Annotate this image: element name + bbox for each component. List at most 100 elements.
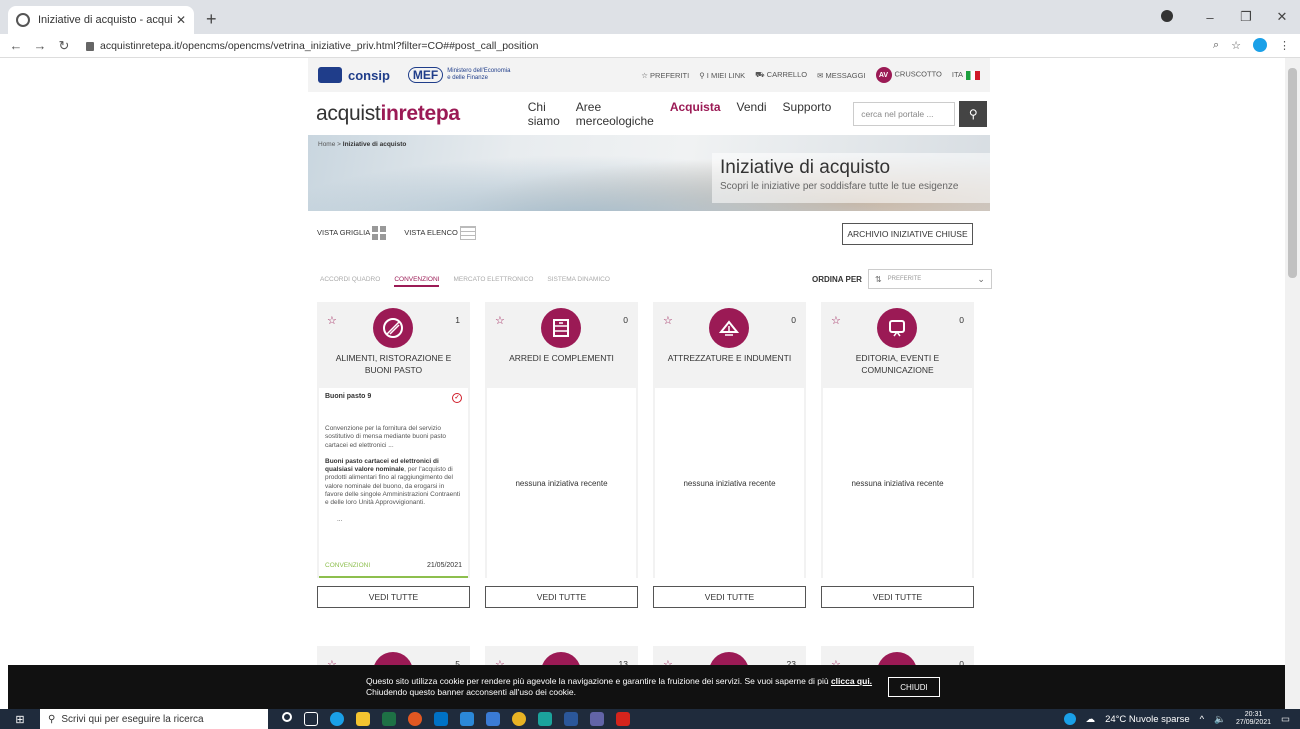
language-selector[interactable]: ITA: [952, 70, 980, 80]
new-tab-button[interactable]: +: [206, 9, 217, 30]
mail-icon[interactable]: [460, 712, 474, 726]
url-text: acquistinretepa.it/opencms/opencms/vetri…: [100, 40, 539, 52]
cruscotto-link[interactable]: AV CRUSCOTTO: [875, 67, 942, 83]
outlook-icon[interactable]: [434, 712, 448, 726]
consip-logo-icon[interactable]: [318, 67, 342, 83]
favorite-star-icon[interactable]: ☆: [495, 314, 505, 327]
windows-start-icon[interactable]: ⊞: [0, 713, 40, 726]
equipment-category-icon: [709, 308, 749, 348]
toolbar-actions: ⌕ ☆ ⋮: [1213, 38, 1290, 52]
reload-icon[interactable]: ↻: [56, 38, 72, 54]
taskbar-search[interactable]: ⚲ Scrivi qui per eseguire la ricerca: [40, 709, 268, 729]
page-scrollbar[interactable]: [1285, 58, 1300, 709]
acrobat-icon[interactable]: [616, 712, 630, 726]
tab-mercato-elettronico[interactable]: MERCATO ELETTRONICO: [453, 276, 533, 287]
nav-aree-merceologiche[interactable]: Aree merceologiche: [576, 100, 654, 128]
view-toggles: VISTA GRIGLIA VISTA ELENCO: [317, 226, 476, 240]
cookie-info-link[interactable]: clicca qui.: [831, 676, 872, 686]
main-nav: Chi siamo Aree merceologiche Acquista Ve…: [528, 100, 831, 128]
bookmark-star-icon[interactable]: ☆: [1231, 39, 1241, 52]
tab-convenzioni[interactable]: CONVENZIONI: [394, 276, 440, 287]
tab-close-icon[interactable]: ✕: [176, 13, 186, 27]
site-logo[interactable]: acquistinretepa: [316, 102, 460, 126]
food-category-icon: [373, 308, 413, 348]
breadcrumb-home[interactable]: Home: [318, 141, 335, 148]
category-name[interactable]: ATTREZZATURE E INDUMENTI: [653, 353, 806, 365]
tab-sistema-dinamico[interactable]: SISTEMA DINAMICO: [547, 276, 609, 287]
account-avatar-icon[interactable]: [1253, 38, 1267, 52]
messaggi-link[interactable]: ✉ MESSAGGI: [817, 71, 865, 80]
nav-supporto[interactable]: Supporto: [783, 100, 832, 128]
cortana-icon[interactable]: [282, 712, 292, 722]
breadcrumb-current: Iniziative di acquisto: [342, 141, 407, 148]
mef-subtitle: Ministero dell'Economia e delle Finanze: [447, 68, 511, 81]
carrello-link[interactable]: ⛟ CARRELLO: [755, 70, 807, 80]
menu-dots-icon[interactable]: ⋮: [1279, 39, 1290, 52]
task-view-icon[interactable]: [304, 712, 318, 726]
vedi-tutte-button[interactable]: VEDI TUTTE: [317, 586, 470, 608]
vedi-tutte-button[interactable]: VEDI TUTTE: [821, 586, 974, 608]
nav-chi-siamo[interactable]: Chi siamo: [528, 100, 560, 128]
word-icon[interactable]: [564, 712, 578, 726]
category-name[interactable]: ARREDI E COMPLEMENTI: [485, 353, 638, 365]
initiative-count: 0: [791, 315, 796, 325]
edge-icon[interactable]: [330, 712, 344, 726]
file-explorer-icon[interactable]: [356, 712, 370, 726]
category-name[interactable]: ALIMENTI, RISTORAZIONE E BUONI PASTO: [317, 353, 470, 376]
minimize-button[interactable]: –: [1192, 10, 1228, 25]
vedi-tutte-button[interactable]: VEDI TUTTE: [485, 586, 638, 608]
empty-message: nessuna iniziativa recente: [487, 388, 636, 578]
initiative-count: 1: [455, 315, 460, 325]
search-input[interactable]: cerca nel portale ...: [853, 102, 956, 126]
system-tray: ☁ 24°C Nuvole sparse ^ 🔈 20:31 27/09/2021…: [1063, 711, 1300, 727]
nav-vendi[interactable]: Vendi: [737, 100, 767, 128]
help-icon[interactable]: [1063, 713, 1076, 725]
category-name[interactable]: EDITORIA, EVENTI E COMUNICAZIONE: [821, 353, 974, 376]
nav-acquista[interactable]: Acquista: [670, 100, 721, 128]
app-icon[interactable]: [408, 712, 422, 726]
vedi-tutte-button[interactable]: VEDI TUTTE: [653, 586, 806, 608]
list-view-button[interactable]: VISTA ELENCO: [404, 226, 476, 240]
windows-taskbar: ⊞ ⚲ Scrivi qui per eseguire la ricerca ☁…: [0, 709, 1300, 729]
archive-button[interactable]: ARCHIVIO INIZIATIVE CHIUSE: [842, 223, 973, 245]
cookie-close-button[interactable]: CHIUDI: [888, 677, 940, 697]
zoom-icon[interactable]: ⌕: [1213, 39, 1219, 52]
browser-tab[interactable]: Iniziative di acquisto - acquistinr ✕: [8, 6, 194, 34]
close-window-button[interactable]: ✕: [1264, 9, 1300, 25]
teams-icon[interactable]: [590, 712, 604, 726]
excel-icon[interactable]: [382, 712, 396, 726]
site-header: acquistinretepa Chi siamo Aree merceolog…: [308, 92, 990, 136]
grid-view-button[interactable]: VISTA GRIGLIA: [317, 226, 387, 240]
order-label: ORDINA PER: [812, 274, 862, 284]
address-bar[interactable]: acquistinretepa.it/opencms/opencms/vetri…: [86, 36, 1276, 56]
notifications-icon[interactable]: ▭: [1281, 714, 1290, 725]
app-icon[interactable]: [538, 712, 552, 726]
search-button[interactable]: ⚲: [959, 101, 988, 127]
page-viewport: consip MEF Ministero dell'Economia e del…: [0, 58, 1285, 709]
app-icon[interactable]: [486, 712, 500, 726]
preferiti-link[interactable]: ☆ PREFERITI: [641, 71, 689, 80]
mef-logo[interactable]: MEF: [407, 67, 444, 83]
tray-chevron-icon[interactable]: ^: [1200, 714, 1204, 725]
filter-tabs: ACCORDI QUADRO CONVENZIONI MERCATO ELETT…: [320, 276, 610, 287]
profile-icon[interactable]: [1156, 9, 1192, 25]
cookie-banner: Questo sito utilizza cookie per rendere …: [8, 665, 1285, 709]
back-icon[interactable]: ←: [8, 38, 24, 53]
order-select[interactable]: ⇅ PREFERITE ⌄: [867, 269, 992, 289]
globe-icon: [16, 13, 30, 27]
tab-accordi-quadro[interactable]: ACCORDI QUADRO: [320, 276, 380, 287]
miei-link-link[interactable]: ⚲ I MIEI LINK: [699, 71, 745, 80]
favorite-star-icon[interactable]: ☆: [327, 314, 337, 327]
initiative-title[interactable]: Buoni pasto 9: [325, 393, 371, 403]
clock[interactable]: 20:31 27/09/2021: [1236, 711, 1271, 727]
lock-icon: [86, 41, 94, 51]
consip-logo-text[interactable]: consip: [348, 68, 390, 83]
maximize-button[interactable]: ❐: [1228, 9, 1264, 25]
weather-text[interactable]: 24°C Nuvole sparse: [1105, 714, 1190, 725]
favorite-star-icon[interactable]: ☆: [831, 314, 841, 327]
chrome-icon[interactable]: [512, 712, 526, 726]
forward-icon[interactable]: →: [32, 38, 48, 53]
favorite-star-icon[interactable]: ☆: [663, 314, 673, 327]
volume-icon[interactable]: 🔈: [1214, 714, 1226, 725]
initiative-preview[interactable]: Buoni pasto 9 ✓ Convenzione per la fornit…: [319, 388, 468, 578]
